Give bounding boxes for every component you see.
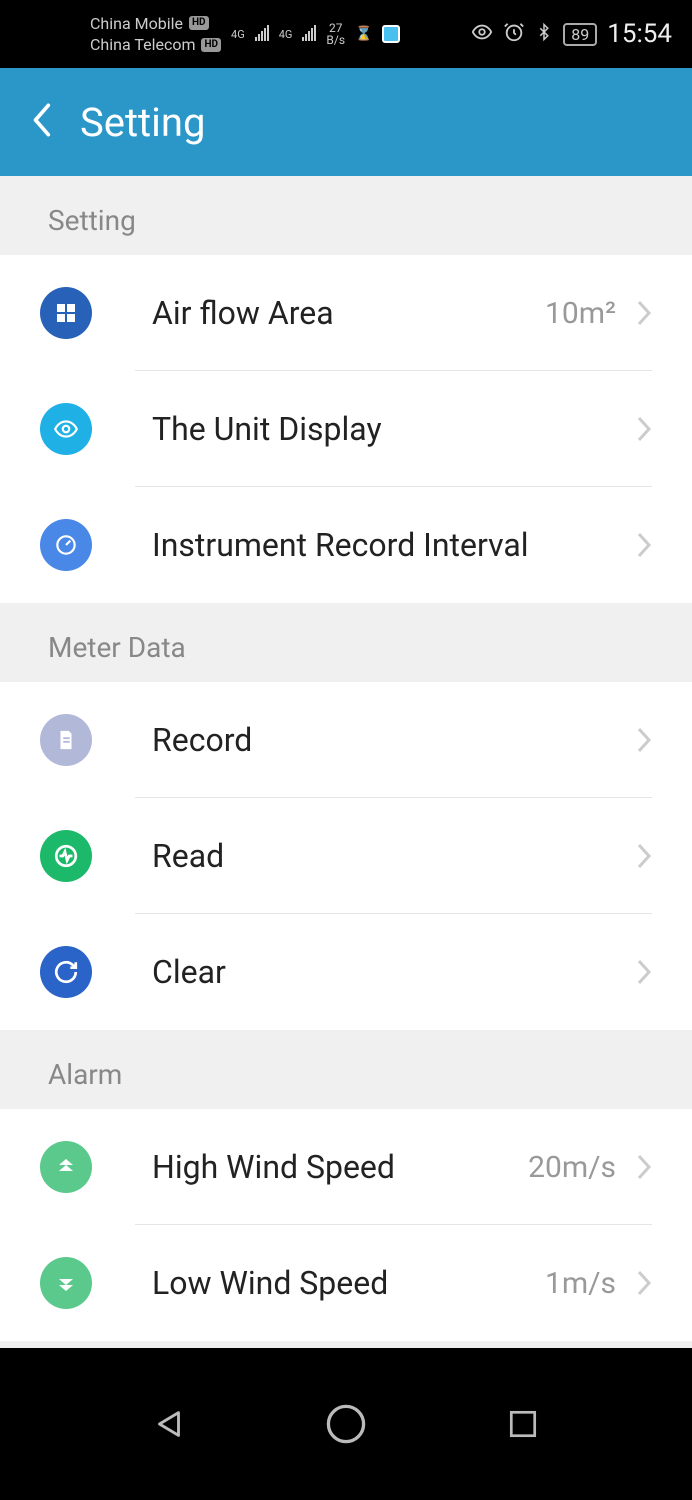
nav-home-button[interactable] xyxy=(322,1400,370,1448)
low-wind-label: Low Wind Speed xyxy=(152,1264,545,1302)
row-record-interval[interactable]: Instrument Record Interval xyxy=(0,487,692,603)
row-unit-display[interactable]: The Unit Display xyxy=(0,371,692,487)
settings-content: Setting Air flow Area 10m² The Unit Disp… xyxy=(0,176,692,1348)
row-high-wind[interactable]: High Wind Speed 20m/s xyxy=(0,1109,692,1225)
back-chevron-icon xyxy=(30,100,52,140)
battery-level: 89 xyxy=(563,23,597,46)
row-clear[interactable]: Clear xyxy=(0,914,692,1030)
carrier-info: China Mobile HD China Telecom HD xyxy=(90,14,221,54)
app-header: Setting xyxy=(0,68,692,176)
row-low-wind[interactable]: Low Wind Speed 1m/s xyxy=(0,1225,692,1341)
row-read[interactable]: Read xyxy=(0,798,692,914)
hourglass-icon: ⌛ xyxy=(355,26,372,42)
app-icon xyxy=(382,25,400,43)
clock-time: 15:54 xyxy=(607,19,672,49)
eye-icon xyxy=(40,403,92,455)
chevron-right-icon xyxy=(636,842,652,870)
arrow-up-icon xyxy=(40,1141,92,1193)
chevron-right-icon xyxy=(636,415,652,443)
sync-icon xyxy=(40,946,92,998)
chevron-right-icon xyxy=(636,299,652,327)
signal-bars-2 xyxy=(302,27,316,41)
document-icon xyxy=(40,714,92,766)
android-nav-bar xyxy=(0,1348,692,1500)
record-label: Record xyxy=(152,721,636,759)
grid-icon xyxy=(40,287,92,339)
nav-back-button[interactable] xyxy=(145,1400,193,1448)
back-button[interactable] xyxy=(30,100,52,144)
air-flow-value: 10m² xyxy=(545,296,616,331)
network-1: 4G xyxy=(231,28,245,41)
status-indicators: 4G 4G 27 B/s ⌛ xyxy=(231,22,400,46)
pulse-icon xyxy=(40,830,92,882)
gauge-icon xyxy=(40,519,92,571)
signal-bars-1 xyxy=(255,27,269,41)
data-rate: 27 B/s xyxy=(326,22,345,46)
air-flow-label: Air flow Area xyxy=(152,294,545,332)
chevron-right-icon xyxy=(636,1269,652,1297)
network-2: 4G xyxy=(279,28,293,41)
high-wind-label: High Wind Speed xyxy=(152,1148,528,1186)
high-wind-value: 20m/s xyxy=(528,1150,616,1185)
row-record[interactable]: Record xyxy=(0,682,692,798)
low-wind-value: 1m/s xyxy=(545,1266,616,1301)
record-interval-label: Instrument Record Interval xyxy=(152,526,636,564)
carrier-2: China Telecom xyxy=(90,35,195,54)
status-right: 89 15:54 xyxy=(471,19,672,49)
eye-icon xyxy=(471,21,493,48)
row-air-flow-area[interactable]: Air flow Area 10m² xyxy=(0,255,692,371)
section-header-meter-data: Meter Data xyxy=(0,603,692,682)
page-title: Setting xyxy=(80,99,205,146)
chevron-right-icon xyxy=(636,958,652,986)
section-header-setting: Setting xyxy=(0,176,692,255)
read-label: Read xyxy=(152,837,636,875)
hd-badge-2: HD xyxy=(201,38,221,52)
chevron-right-icon xyxy=(636,726,652,754)
arrow-down-icon xyxy=(40,1257,92,1309)
chevron-right-icon xyxy=(636,1153,652,1181)
carrier-1: China Mobile xyxy=(90,14,183,33)
nav-recent-button[interactable] xyxy=(499,1400,547,1448)
unit-display-label: The Unit Display xyxy=(152,410,636,448)
chevron-right-icon xyxy=(636,531,652,559)
clear-label: Clear xyxy=(152,953,636,991)
hd-badge-1: HD xyxy=(189,16,209,30)
section-header-alarm: Alarm xyxy=(0,1030,692,1109)
status-bar: China Mobile HD China Telecom HD 4G 4G 2… xyxy=(0,0,692,68)
bluetooth-icon xyxy=(535,21,553,48)
alarm-icon xyxy=(503,21,525,48)
